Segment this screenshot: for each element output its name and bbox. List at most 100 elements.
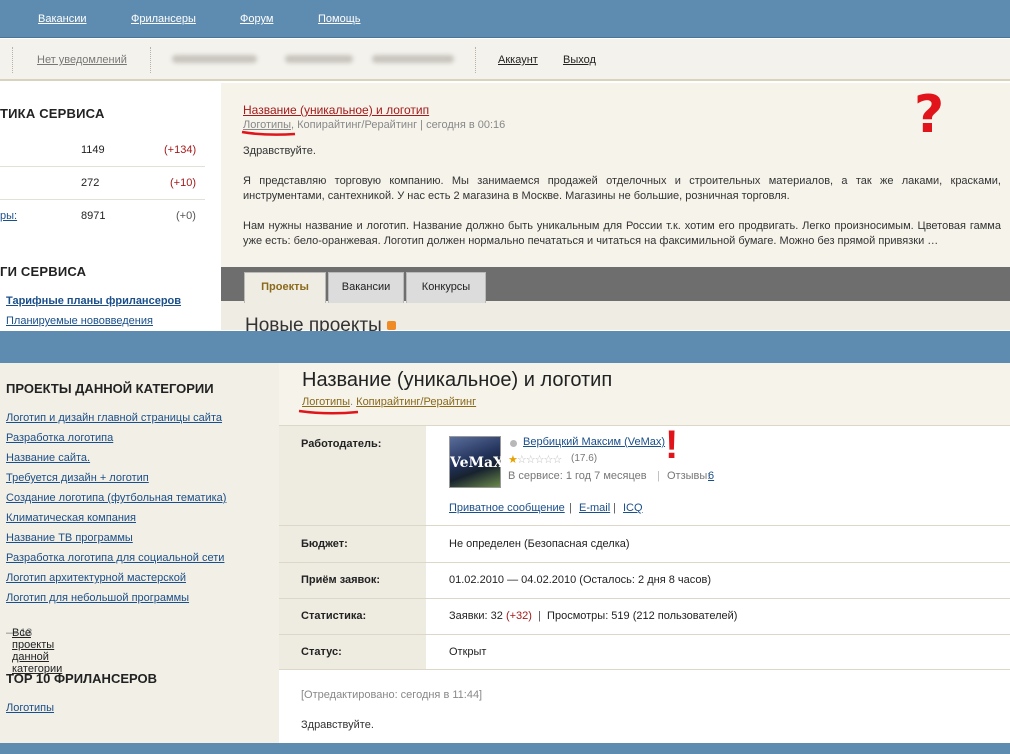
row-label-cell: Статистика: [279, 599, 426, 634]
divider [150, 47, 151, 73]
nav-freelancers[interactable]: Фрилансеры [131, 13, 196, 25]
status-label: Статус: [301, 646, 342, 658]
stat-delta: (+0) [176, 210, 196, 222]
stats-heading: ТИКА СЕРВИСА [0, 106, 105, 121]
stat-row: 1149 (+134) [0, 134, 205, 167]
notifications-link[interactable]: Нет уведомлений [37, 54, 127, 66]
stat-delta: (+10) [170, 177, 196, 189]
exclamation-annotation: ! [665, 423, 679, 467]
preview-project-title[interactable]: Название (уникальное) и логотип [243, 103, 429, 117]
budget-value: Не определен (Безопасная сделка) [449, 538, 630, 550]
preview-paragraph: Я представляю торговую компанию. Мы зани… [243, 175, 1001, 202]
star-empty-icon: ☆ [552, 454, 562, 466]
category-project-link[interactable]: Логотип для небольшой программы [6, 592, 189, 604]
account-link[interactable]: Аккаунт [498, 54, 538, 66]
preview-meta-rest: , Копирайтинг/Рерайтинг | сегодня в 00:1… [291, 119, 506, 131]
preview-greeting: Здравствуйте. [243, 145, 316, 157]
divider [475, 47, 476, 73]
category-project-link[interactable]: Разработка логотипа [6, 432, 113, 444]
category-project-link[interactable]: Климатическая компания [6, 512, 136, 524]
row-label-cell: Статус: [279, 635, 426, 669]
applications-count: Заявки: 32 [449, 610, 503, 622]
preview-paragraph: Нам нужны название и логотип. Название д… [243, 220, 1001, 247]
planned-features-link[interactable]: Планируемые нововведения [6, 315, 153, 327]
stats-sidebar: ТИКА СЕРВИСА 1149 (+134) 272 (+10) ры: 8… [0, 83, 221, 330]
budget-row: Бюджет: Не определен (Безопасная сделка) [279, 525, 1010, 562]
budget-label: Бюджет: [301, 538, 348, 550]
page-header-bar [0, 331, 1010, 363]
avatar[interactable]: VeMaX [449, 436, 504, 488]
all-projects-link[interactable]: Все проекты данной категории [12, 627, 62, 675]
tab-contests[interactable]: Конкурсы [406, 272, 486, 303]
status-row: Статус: Открыт [279, 634, 1010, 669]
project-preview: Название (уникальное) и логотип Логотипы… [221, 83, 1010, 267]
row-label-cell: Работодатель: [279, 426, 426, 525]
reviews-label: Отзывы: [667, 470, 711, 482]
star-filled-icon: ★ [508, 454, 518, 466]
star-empty-icon: ☆ [516, 454, 527, 466]
email-link[interactable]: E-mail [579, 502, 610, 514]
reviews-count-link[interactable]: 6 [708, 470, 714, 482]
statistics-value: Заявки: 32 (+32) | Просмотры: 519 (212 п… [449, 610, 738, 622]
accept-value: 01.02.2010 — 04.02.2010 (Осталось: 2 дня… [449, 574, 711, 586]
stat-row: 272 (+10) [0, 167, 205, 200]
tab-vacancies[interactable]: Вакансии [328, 272, 404, 303]
accept-row: Приём заявок: 01.02.2010 — 04.02.2010 (О… [279, 562, 1010, 598]
all-projects-row: Все проекты данной категории — 13 [6, 627, 62, 675]
category-projects-heading: ПРОЕКТЫ ДАННОЙ КАТЕГОРИИ [6, 381, 214, 396]
private-message-link[interactable]: Приватное сообщение [449, 502, 565, 514]
separator: | [657, 470, 660, 482]
tariff-plans-link[interactable]: Тарифные планы фрилансеров [6, 295, 181, 307]
category-project-link[interactable]: Разработка логотипа для социальной сети [6, 552, 224, 564]
separator: | [569, 502, 572, 514]
applications-delta: (+32) [505, 610, 532, 622]
services-heading: ГИ СЕРВИСА [0, 264, 87, 279]
category-project-link[interactable]: Требуется дизайн + логотип [6, 472, 149, 484]
stat-row: ры: 8971 (+0) [0, 200, 205, 233]
category-project-link[interactable]: Название ТВ программы [6, 532, 133, 544]
nav-forum[interactable]: Форум [240, 13, 273, 25]
accept-label: Приём заявок: [301, 574, 381, 586]
nav-vacancies[interactable]: Вакансии [38, 13, 87, 25]
top10-category-link[interactable]: Логотипы [6, 702, 54, 714]
question-mark-annotation: ? [914, 85, 945, 145]
views-count: Просмотры: 519 (212 пользователей) [547, 610, 738, 622]
tab-projects[interactable]: Проекты [244, 272, 326, 303]
employer-name-link[interactable]: Вербицкий Максим (VeMax) [523, 436, 665, 448]
redacted-field [172, 55, 257, 63]
separator: | [613, 502, 616, 514]
stat-value: 272 [81, 177, 100, 189]
online-status-icon [510, 440, 517, 447]
nav-help[interactable]: Помощь [318, 13, 361, 25]
category-project-link[interactable]: Логотип и дизайн главной страницы сайта [6, 412, 222, 424]
footer-bar [0, 743, 1010, 754]
star-empty-icon: ☆ [525, 454, 536, 466]
service-time: В сервисе: 1 год 7 месяцев [508, 470, 647, 482]
logout-link[interactable]: Выход [563, 54, 596, 66]
redacted-field [372, 55, 454, 63]
stat-value: 8971 [81, 210, 106, 222]
status-value: Открыт [449, 646, 487, 658]
category-project-link[interactable]: Логотип архитектурной мастерской [6, 572, 186, 584]
row-label-cell: Бюджет: [279, 526, 426, 562]
stat-value: 1149 [81, 144, 105, 156]
rss-icon[interactable] [387, 321, 397, 331]
tabs-band: Проекты Вакансии Конкурсы Новые проекты [221, 267, 1010, 336]
statistics-row: Статистика: Заявки: 32 (+32) | Просмотры… [279, 598, 1010, 634]
category-project-link[interactable]: Создание логотипа (футбольная тематика) [6, 492, 226, 504]
row-label-cell: Приём заявок: [279, 563, 426, 598]
project-header: Название (уникальное) и логотип Логотипы… [279, 363, 1010, 425]
icq-link[interactable]: ICQ [623, 502, 643, 514]
red-underline-mark [241, 130, 296, 136]
employer-label: Работодатель: [301, 438, 382, 450]
category-project-link[interactable]: Название сайта. [6, 452, 90, 464]
rating-stars: ★☆☆☆☆☆ [508, 453, 562, 466]
redacted-field [285, 55, 353, 63]
page-title: Название (уникальное) и логотип [302, 369, 613, 391]
divider [12, 47, 13, 73]
category-copywriting-link[interactable]: Копирайтинг/Рерайтинг [356, 396, 476, 408]
stat-label-link[interactable]: ры: [0, 210, 17, 222]
statistics-label: Статистика: [301, 610, 367, 622]
top-navbar: Вакансии Фрилансеры Форум Помощь [0, 0, 1010, 38]
category-sidebar: ПРОЕКТЫ ДАННОЙ КАТЕГОРИИ Логотип и дизай… [0, 363, 279, 743]
